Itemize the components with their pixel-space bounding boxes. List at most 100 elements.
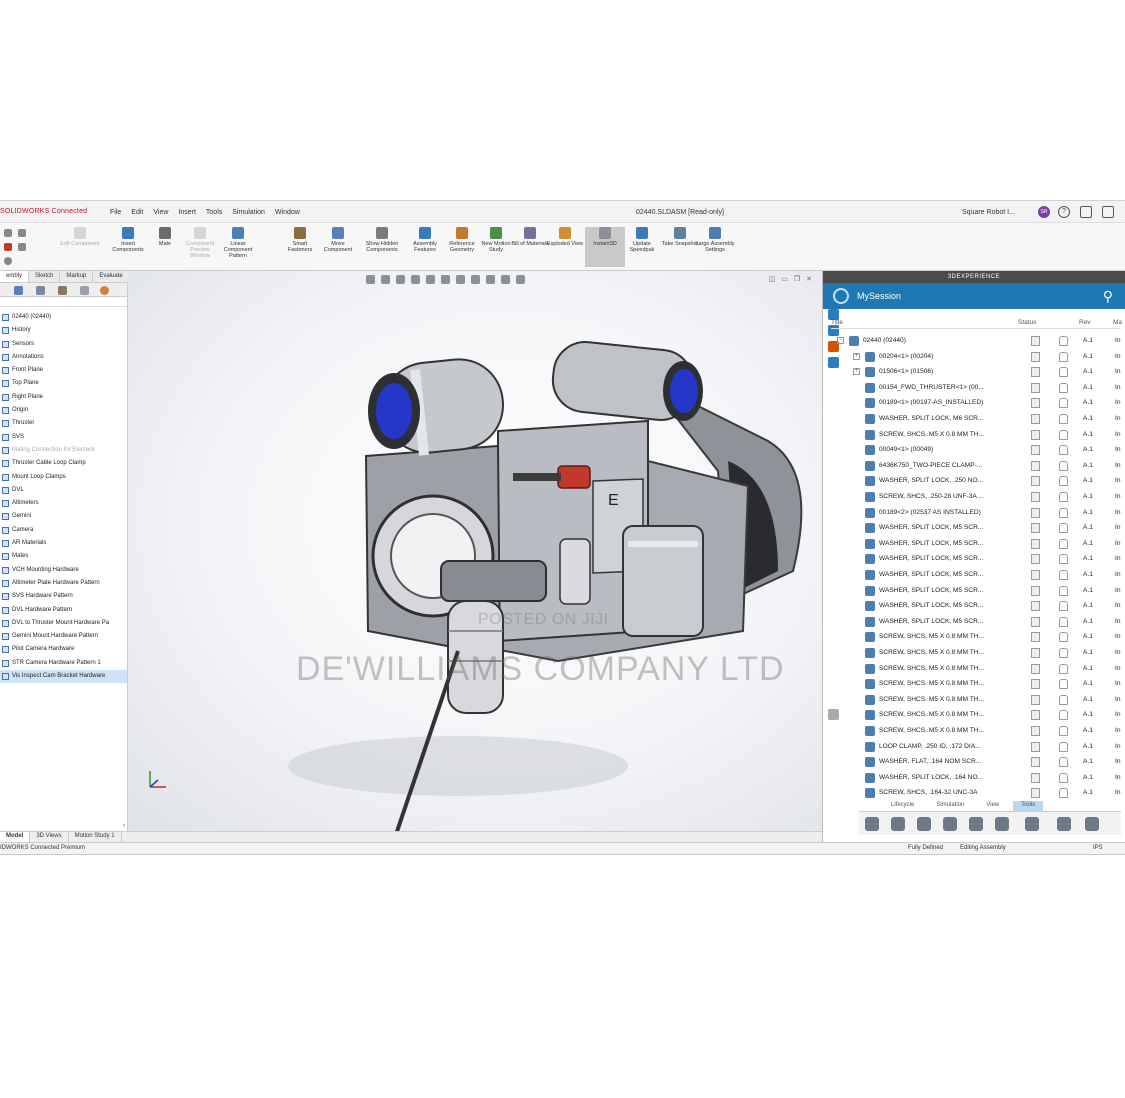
session-dropdown[interactable]: MySession <box>857 291 901 301</box>
tree-item[interactable]: SVS Hardware Pattern <box>0 590 127 603</box>
lock-icon[interactable] <box>1059 757 1068 768</box>
session-row[interactable]: SCREW, SHCS, M5 X 0.8 MM TH... A.1 In <box>823 629 1125 645</box>
col-title[interactable]: Title <box>831 319 843 326</box>
search-icon[interactable]: ⚲ <box>1103 288 1113 305</box>
session-row[interactable]: SCREW, SHCS, M5 X 0.8 MM TH... A.1 In <box>823 707 1125 723</box>
command-tab[interactable]: Evaluate <box>93 271 130 282</box>
tree-item[interactable]: Top Plane <box>0 377 127 390</box>
session-row[interactable]: SCREW, SHCS, M5 X 0.8 MM TH... A.1 In <box>823 676 1125 692</box>
lock-icon[interactable] <box>1059 382 1068 393</box>
tree-item[interactable]: Vis Inspect Cam Bracket Hardware <box>0 670 127 684</box>
mate-button[interactable]: Mate <box>145 227 185 247</box>
minimize-icon[interactable] <box>1080 206 1092 218</box>
tree-item[interactable]: Sensors <box>0 338 127 351</box>
lock-icon[interactable] <box>1059 585 1068 596</box>
tree-item[interactable]: Gemini <box>0 510 127 523</box>
lock-icon[interactable] <box>1059 601 1068 612</box>
tree-item[interactable]: Camera <box>0 524 127 537</box>
panel-tab[interactable]: Tools <box>1013 801 1044 811</box>
session-row[interactable]: WASHER, SPLIT LOCK, M6 SCR... A.1 In <box>823 411 1125 427</box>
table-icon[interactable] <box>943 817 957 831</box>
session-row[interactable]: SCREW, SHCS, .164-32 UNC-3A A.1 In <box>823 785 1125 801</box>
session-row[interactable]: WASHER, SPLIT LOCK, M5 SCR... A.1 In <box>823 551 1125 567</box>
lock-icon[interactable] <box>1059 414 1068 424</box>
panel-tab[interactable]: Simulation <box>928 801 972 811</box>
menu-item[interactable]: Tools <box>206 209 222 216</box>
speedpak-button[interactable]: Update Speedpak <box>622 227 662 253</box>
bottom-tab[interactable]: 3D Views <box>30 832 69 842</box>
lock-icon[interactable] <box>1059 460 1068 471</box>
collaborative-save-icon[interactable] <box>1025 817 1039 831</box>
show-hidden-button[interactable]: Show Hidden Components <box>362 227 402 253</box>
command-tab[interactable]: Sketch <box>29 271 61 282</box>
smart-fasteners-button[interactable]: Smart Fasteners <box>280 227 320 253</box>
session-row[interactable]: 00189<1> (00197-AS_INSTALLED) A.1 In <box>823 395 1125 411</box>
collapse-icon[interactable]: − <box>837 337 844 344</box>
settings-icon[interactable] <box>1057 817 1071 831</box>
assembly-features-button[interactable]: Assembly Features <box>405 227 445 253</box>
exploded-view-button[interactable]: Exploded View <box>545 227 585 247</box>
session-row[interactable]: LOOP CLAMP, .250 ID, .172 DIA... A.1 In <box>823 739 1125 755</box>
tree-item[interactable]: Thruster Cable Loop Clamp <box>0 457 127 470</box>
tree-item[interactable]: Origin <box>0 404 127 417</box>
reload-icon[interactable] <box>969 817 983 831</box>
col-status[interactable]: Status <box>1018 319 1036 326</box>
display-manager-icon[interactable] <box>100 286 109 295</box>
lock-icon[interactable] <box>1059 429 1068 440</box>
properties-icon[interactable] <box>1085 817 1099 831</box>
session-row[interactable]: WASHER, SPLIT LOCK, .250 NO... A.1 In <box>823 473 1125 489</box>
avatar[interactable]: SR <box>1038 206 1050 218</box>
lock-icon[interactable] <box>1059 772 1068 783</box>
session-row[interactable]: WASHER, SPLIT LOCK, .164 NO... A.1 In <box>823 770 1125 786</box>
feature-tree-icon[interactable] <box>14 286 23 295</box>
undo-icon[interactable] <box>18 229 26 237</box>
menu-item[interactable]: Edit <box>131 209 143 216</box>
lock-icon[interactable] <box>1059 367 1068 378</box>
menu-item[interactable]: File <box>110 209 121 216</box>
lock-icon[interactable] <box>1059 445 1068 456</box>
lock-icon[interactable] <box>1059 336 1068 346</box>
lock-icon[interactable] <box>1059 554 1068 565</box>
document-icon[interactable] <box>917 817 931 831</box>
move-component-button[interactable]: Move Component <box>318 227 358 253</box>
tree-item[interactable]: Thruster <box>0 417 127 430</box>
lock-icon[interactable] <box>1059 538 1068 549</box>
tree-item[interactable]: DVL <box>0 484 127 497</box>
tree-item[interactable]: Altimeters <box>0 497 127 510</box>
compass-icon[interactable] <box>833 288 849 304</box>
scroll-right-icon[interactable]: › <box>123 823 125 829</box>
lock-icon[interactable] <box>1059 632 1068 643</box>
session-row[interactable]: WASHER, FLAT, .164 NOM SCR... A.1 In <box>823 754 1125 770</box>
session-row[interactable]: WASHER, SPLIT LOCK, M5 SCR... A.1 In <box>823 520 1125 536</box>
lock-icon[interactable] <box>1059 570 1068 580</box>
session-row[interactable]: WASHER, SPLIT LOCK, M5 SCR... A.1 In <box>823 583 1125 599</box>
session-row[interactable]: SCREW, SHCS, .250-28 UNF-3A ... A.1 In <box>823 489 1125 505</box>
linear-pattern-button[interactable]: Linear Component Pattern <box>218 227 258 259</box>
expand-icon[interactable]: + <box>853 368 860 376</box>
lock-icon[interactable] <box>1059 507 1068 518</box>
col-rev[interactable]: Rev <box>1079 319 1091 326</box>
lock-icon[interactable] <box>1059 648 1068 658</box>
tree-item[interactable]: Pilot Camera Hardware <box>0 643 127 656</box>
help-icon[interactable]: ? <box>1058 206 1070 218</box>
session-row[interactable]: SCREW, SHCS, M5 X 0.8 MM TH... A.1 In <box>823 661 1125 677</box>
lock-icon[interactable] <box>1059 616 1068 627</box>
col-ma[interactable]: Ma <box>1113 319 1122 326</box>
lock-icon[interactable] <box>1059 523 1068 534</box>
command-tab[interactable]: Markup <box>60 271 94 282</box>
session-row[interactable]: WASHER, SPLIT LOCK, M5 SCR... A.1 In <box>823 536 1125 552</box>
session-row[interactable]: − 02440 (02440) A.1 In <box>823 333 1125 349</box>
lock-icon[interactable] <box>1059 663 1068 674</box>
tree-item[interactable]: 02440 (02440) <box>0 311 127 324</box>
expand-icon[interactable]: + <box>853 352 860 360</box>
lock-icon[interactable] <box>1059 788 1068 799</box>
assembly-model[interactable]: E <box>128 271 822 831</box>
preview-window-button[interactable]: Component Preview Window <box>180 227 220 259</box>
session-row[interactable]: SCREW, SHCS, M5 X 0.8 MM TH... A.1 In <box>823 427 1125 443</box>
command-tab[interactable]: embly <box>0 271 30 282</box>
panel-tab[interactable]: Lifecycle <box>883 801 922 811</box>
tree-filter[interactable] <box>0 297 127 307</box>
snapshot-button[interactable]: Take Snapshot <box>660 227 700 247</box>
session-row[interactable]: +00204<1> (00204) A.1 In <box>823 349 1125 365</box>
instant3d-button[interactable]: Instant3D <box>585 227 625 267</box>
